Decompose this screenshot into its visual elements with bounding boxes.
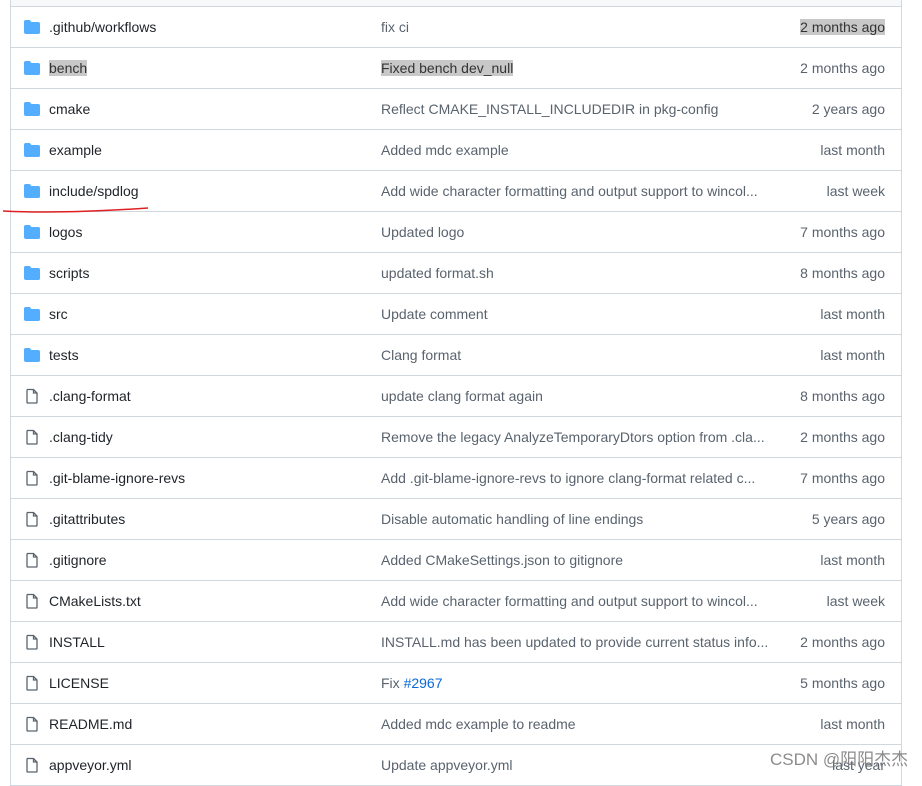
commit-message[interactable]: Fixed bench dev_null [381, 60, 514, 76]
file-icon [24, 593, 40, 609]
commit-age: 2 months ago [800, 19, 885, 35]
file-row[interactable]: .clang-format update clang format again … [11, 376, 901, 417]
commit-age: last week [826, 593, 885, 609]
folder-icon [24, 347, 40, 363]
commit-message[interactable]: Disable automatic handling of line endin… [381, 511, 771, 527]
commit-age: last week [826, 183, 885, 199]
file-row[interactable]: src Update comment last month [11, 294, 901, 335]
commit-message[interactable]: Update appveyor.yml [381, 757, 771, 773]
folder-icon [24, 265, 40, 281]
commit-message[interactable]: INSTALL.md has been updated to provide c… [381, 634, 771, 650]
commit-age: last month [820, 347, 885, 363]
file-name-link[interactable]: scripts [49, 265, 89, 281]
file-row[interactable]: cmake Reflect CMAKE_INSTALL_INCLUDEDIR i… [11, 89, 901, 130]
file-name-link[interactable]: cmake [49, 101, 90, 117]
file-icon [24, 470, 40, 486]
file-name-link[interactable]: bench [49, 60, 88, 76]
commit-message[interactable]: Fix #2967 [381, 675, 771, 691]
file-icon [24, 388, 40, 404]
file-row[interactable]: .clang-tidy Remove the legacy AnalyzeTem… [11, 417, 901, 458]
commit-link[interactable]: #2967 [404, 675, 443, 691]
commit-message[interactable]: Remove the legacy AnalyzeTemporaryDtors … [381, 429, 771, 445]
file-row[interactable]: example Added mdc example last month [11, 130, 901, 171]
commit-age: 2 months ago [800, 429, 885, 445]
folder-icon [24, 19, 40, 35]
file-icon [24, 634, 40, 650]
commit-message[interactable]: Added mdc example [381, 142, 771, 158]
file-name-link[interactable]: .gitattributes [49, 511, 125, 527]
folder-icon [24, 142, 40, 158]
commit-message[interactable]: Added CMakeSettings.json to gitignore [381, 552, 771, 568]
commit-message[interactable]: Update comment [381, 306, 771, 322]
commit-age: last month [820, 142, 885, 158]
file-row[interactable]: .gitignore Added CMakeSettings.json to g… [11, 540, 901, 581]
file-row[interactable]: tests Clang format last month [11, 335, 901, 376]
commit-message[interactable]: update clang format again [381, 388, 771, 404]
folder-icon [24, 224, 40, 240]
file-icon [24, 552, 40, 568]
file-name-link[interactable]: .github/workflows [49, 19, 156, 35]
commit-message[interactable]: Added mdc example to readme [381, 716, 771, 732]
file-icon [24, 511, 40, 527]
file-icon [24, 675, 40, 691]
commit-age: last month [820, 306, 885, 322]
commit-age: last month [820, 716, 885, 732]
commit-message[interactable]: Reflect CMAKE_INSTALL_INCLUDEDIR in pkg-… [381, 101, 771, 117]
file-row[interactable]: bench Fixed bench dev_null 2 months ago [11, 48, 901, 89]
file-name-link[interactable]: README.md [49, 716, 132, 732]
file-row[interactable]: scripts updated format.sh 8 months ago [11, 253, 901, 294]
file-row[interactable]: appveyor.yml Update appveyor.yml last ye… [11, 745, 901, 786]
commit-age: 2 years ago [811, 101, 885, 117]
file-name-link[interactable]: .git-blame-ignore-revs [49, 470, 185, 486]
file-name-link[interactable]: appveyor.yml [49, 757, 131, 773]
file-list: .github/workflows fix ci 2 months ago be… [10, 0, 902, 786]
file-row[interactable]: logos Updated logo 7 months ago [11, 212, 901, 253]
file-name-link[interactable]: logos [49, 224, 82, 240]
file-name-link[interactable]: CMakeLists.txt [49, 593, 141, 609]
file-row[interactable]: .github/workflows fix ci 2 months ago [11, 7, 901, 48]
commit-message[interactable]: fix ci [381, 19, 771, 35]
file-row[interactable]: LICENSE Fix #2967 5 months ago [11, 663, 901, 704]
file-icon [24, 429, 40, 445]
file-name-link[interactable]: .gitignore [49, 552, 107, 568]
file-row[interactable]: INSTALL INSTALL.md has been updated to p… [11, 622, 901, 663]
commit-age: 7 months ago [800, 470, 885, 486]
file-name-link[interactable]: .clang-tidy [49, 429, 113, 445]
commit-message[interactable]: Updated logo [381, 224, 771, 240]
commit-message[interactable]: Clang format [381, 347, 771, 363]
commit-age: 8 months ago [800, 388, 885, 404]
file-icon [24, 757, 40, 773]
commit-age: 5 years ago [811, 511, 885, 527]
folder-icon [24, 183, 40, 199]
commit-message[interactable]: updated format.sh [381, 265, 771, 281]
file-name-link[interactable]: include/spdlog [49, 183, 139, 199]
folder-icon [24, 306, 40, 322]
commit-age: 7 months ago [800, 224, 885, 240]
commit-message[interactable]: Add .git-blame-ignore-revs to ignore cla… [381, 470, 771, 486]
folder-icon [24, 101, 40, 117]
file-row[interactable]: .git-blame-ignore-revs Add .git-blame-ig… [11, 458, 901, 499]
commit-age: 8 months ago [800, 265, 885, 281]
folder-icon [24, 60, 40, 76]
commit-age: 2 months ago [800, 634, 885, 650]
file-row[interactable]: CMakeLists.txt Add wide character format… [11, 581, 901, 622]
file-name-link[interactable]: example [49, 142, 102, 158]
file-name-link[interactable]: LICENSE [49, 675, 109, 691]
file-list-header [11, 0, 901, 7]
file-name-link[interactable]: INSTALL [49, 634, 105, 650]
commit-message[interactable]: Add wide character formatting and output… [381, 593, 771, 609]
file-row[interactable]: .gitattributes Disable automatic handlin… [11, 499, 901, 540]
file-name-link[interactable]: src [49, 306, 68, 322]
file-icon [24, 716, 40, 732]
watermark: CSDN @阳阳杰杰 [770, 750, 909, 769]
commit-age: 2 months ago [800, 60, 885, 76]
file-name-link[interactable]: .clang-format [49, 388, 131, 404]
commit-message[interactable]: Add wide character formatting and output… [381, 183, 771, 199]
file-row[interactable]: README.md Added mdc example to readme la… [11, 704, 901, 745]
file-name-link[interactable]: tests [49, 347, 79, 363]
commit-age: 5 months ago [800, 675, 885, 691]
red-annotation-underline [2, 207, 149, 213]
commit-age: last month [820, 552, 885, 568]
